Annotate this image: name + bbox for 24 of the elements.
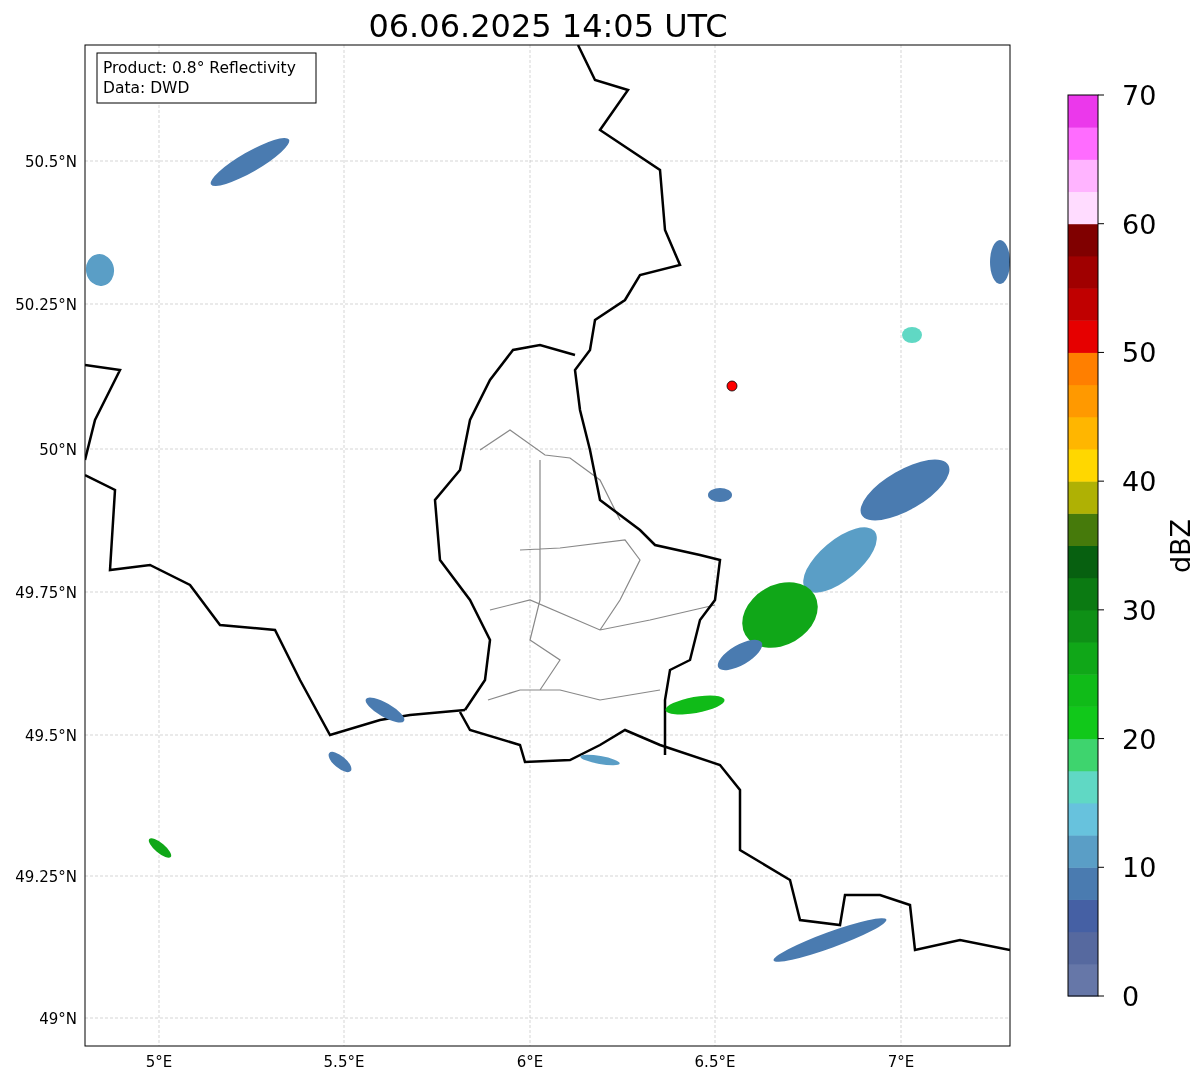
colorbar-label: dBZ — [1165, 518, 1196, 574]
y-tick-label: 49.25°N — [15, 868, 77, 886]
y-tick-label: 50.5°N — [24, 153, 77, 171]
colorbar-tick-label: 10 — [1122, 852, 1157, 884]
y-tick-label: 49.5°N — [24, 727, 77, 745]
colorbar-tick-label: 30 — [1122, 594, 1157, 626]
y-tick-label: 50.25°N — [15, 296, 77, 314]
x-tick-label: 5.5°E — [323, 1053, 365, 1071]
colorbar-tick-label: 60 — [1122, 208, 1157, 240]
y-tick-label: 50°N — [39, 441, 77, 459]
info-text: Data: DWD — [103, 79, 190, 97]
y-tick-label: 49.75°N — [15, 584, 77, 602]
x-tick-label: 6.5°E — [694, 1053, 736, 1071]
x-tick-label: 5°E — [145, 1053, 173, 1071]
colorbar-tick-label: 70 — [1122, 80, 1157, 111]
x-tick-label: 7°E — [887, 1053, 915, 1071]
colorbar-tick-label: 40 — [1122, 466, 1157, 498]
colorbar-tick-label: 50 — [1122, 337, 1157, 369]
colorbar-tick-label: 0 — [1122, 981, 1140, 1012]
x-tick-label: 6°E — [516, 1053, 544, 1071]
chart-title: 06.06.2025 14:05 UTC — [368, 7, 728, 45]
y-tick-label: 49°N — [39, 1010, 77, 1028]
colorbar-tick-label: 20 — [1122, 723, 1157, 755]
info-text: Product: 0.8° Reflectivity — [103, 59, 296, 77]
